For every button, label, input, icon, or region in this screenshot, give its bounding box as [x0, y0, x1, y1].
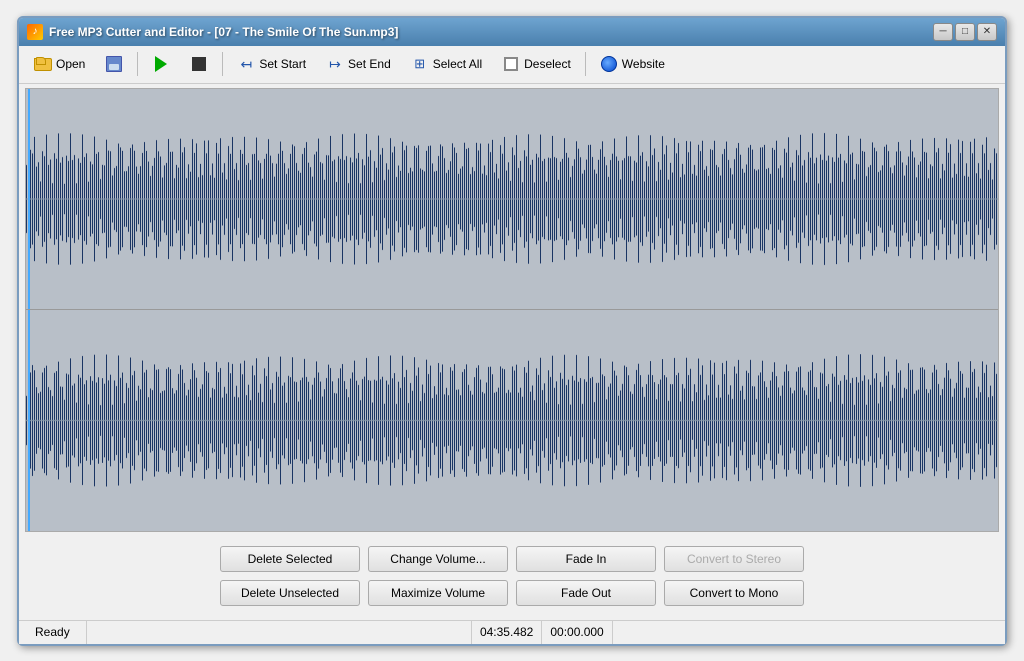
status-extra: [613, 621, 997, 644]
stop-button[interactable]: [181, 51, 217, 77]
action-buttons-area: Delete Selected Change Volume... Fade In…: [19, 536, 1005, 620]
status-position: 00:00.000: [542, 621, 612, 644]
save-button[interactable]: [96, 51, 132, 77]
separator-2: [222, 52, 223, 76]
delete-selected-button[interactable]: Delete Selected: [220, 546, 360, 572]
set-end-button[interactable]: ↦ Set End: [317, 51, 400, 77]
website-label: Website: [622, 57, 665, 71]
set-start-button[interactable]: ↤ Set Start: [228, 51, 315, 77]
select-all-button[interactable]: ⊞ Select All: [402, 51, 491, 77]
set-start-label: Set Start: [259, 57, 306, 71]
maximize-volume-button[interactable]: Maximize Volume: [368, 580, 508, 606]
play-icon: [152, 55, 170, 73]
open-icon: [34, 55, 52, 73]
duration-text: 04:35.482: [480, 625, 533, 639]
app-icon: ♪: [27, 24, 43, 40]
toolbar: Open ↤ Set Start ↦ Set End: [19, 46, 1005, 84]
waveform-top-channel[interactable]: [26, 89, 998, 311]
set-end-label: Set End: [348, 57, 391, 71]
waveform-bottom-canvas: [26, 310, 998, 531]
buttons-row-1: Delete Selected Change Volume... Fade In…: [35, 546, 989, 572]
fade-in-button[interactable]: Fade In: [516, 546, 656, 572]
status-bar: Ready 04:35.482 00:00.000: [19, 620, 1005, 644]
save-icon: [105, 55, 123, 73]
set-end-icon: ↦: [326, 55, 344, 73]
waveform-bottom-channel[interactable]: [26, 310, 998, 531]
waveform-container[interactable]: [25, 88, 999, 532]
deselect-label: Deselect: [524, 57, 571, 71]
set-start-icon: ↤: [237, 55, 255, 73]
website-icon: [600, 55, 618, 73]
deselect-icon: [502, 55, 520, 73]
deselect-button[interactable]: Deselect: [493, 51, 580, 77]
convert-to-stereo-button[interactable]: Convert to Stereo: [664, 546, 804, 572]
ready-text: Ready: [35, 625, 70, 639]
minimize-button[interactable]: ─: [933, 23, 953, 41]
status-duration: 04:35.482: [472, 621, 542, 644]
status-spacer: [87, 621, 472, 644]
stop-icon: [190, 55, 208, 73]
website-button[interactable]: Website: [591, 51, 674, 77]
window-title: Free MP3 Cutter and Editor - [07 - The S…: [49, 25, 398, 39]
title-bar-left: ♪ Free MP3 Cutter and Editor - [07 - The…: [27, 24, 398, 40]
fade-out-button[interactable]: Fade Out: [516, 580, 656, 606]
delete-unselected-button[interactable]: Delete Unselected: [220, 580, 360, 606]
open-button[interactable]: Open: [25, 51, 94, 77]
select-all-label: Select All: [433, 57, 482, 71]
status-ready: Ready: [27, 621, 87, 644]
position-text: 00:00.000: [550, 625, 603, 639]
title-bar: ♪ Free MP3 Cutter and Editor - [07 - The…: [19, 18, 1005, 46]
select-all-icon: ⊞: [411, 55, 429, 73]
buttons-row-2: Delete Unselected Maximize Volume Fade O…: [35, 580, 989, 606]
separator-3: [585, 52, 586, 76]
main-window: ♪ Free MP3 Cutter and Editor - [07 - The…: [17, 16, 1007, 646]
change-volume-button[interactable]: Change Volume...: [368, 546, 508, 572]
maximize-button[interactable]: □: [955, 23, 975, 41]
open-label: Open: [56, 57, 85, 71]
window-controls: ─ □ ✕: [933, 23, 997, 41]
play-button[interactable]: [143, 51, 179, 77]
convert-to-mono-button[interactable]: Convert to Mono: [664, 580, 804, 606]
waveform-top-canvas: [26, 89, 998, 310]
close-button[interactable]: ✕: [977, 23, 997, 41]
separator-1: [137, 52, 138, 76]
